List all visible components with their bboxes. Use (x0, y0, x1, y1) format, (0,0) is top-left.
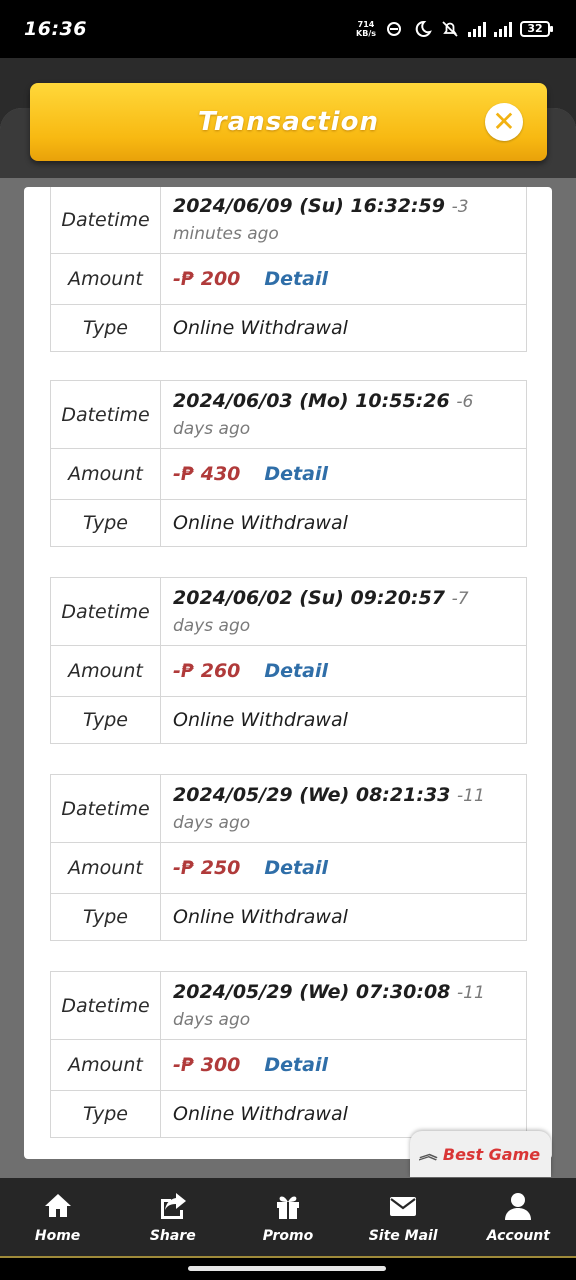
amount-label: Amount (51, 254, 161, 304)
nav-label-promo: Promo (262, 1228, 314, 1244)
link-icon (387, 22, 401, 36)
transaction-card: Datetime 2024/06/02 (Su) 09:20:57 -7 day… (50, 577, 527, 744)
amount-row: Amount -₱ 430 Detail (51, 448, 526, 499)
datetime-value: 2024/06/03 (Mo) 10:55:26 (173, 389, 450, 412)
bottom-nav: Home Share Promo Site Mail Account (0, 1178, 576, 1258)
detail-link[interactable]: Detail (264, 660, 328, 682)
nav-item-promo[interactable]: Promo (230, 1178, 345, 1256)
type-row: Type Online Withdrawal (51, 304, 526, 351)
amount-value: -₱ 300 (173, 1054, 241, 1076)
amount-value: -₱ 250 (173, 857, 241, 879)
nav-item-share[interactable]: Share (115, 1178, 230, 1256)
datetime-row: Datetime 2024/05/29 (We) 07:30:08 -11 da… (51, 972, 526, 1039)
gift-icon (276, 1196, 299, 1219)
type-label: Type (51, 500, 161, 546)
nav-item-account[interactable]: Account (461, 1178, 576, 1256)
transaction-card: Datetime 2024/05/29 (We) 07:30:08 -11 da… (50, 971, 527, 1138)
type-label: Type (51, 894, 161, 940)
datetime-label: Datetime (51, 187, 161, 253)
datetime-label: Datetime (51, 578, 161, 645)
transaction-card: Datetime 2024/06/03 (Mo) 10:55:26 -6 day… (50, 380, 527, 547)
amount-row: Amount -₱ 300 Detail (51, 1039, 526, 1090)
amount-row: Amount -₱ 250 Detail (51, 842, 526, 893)
nav-label-home: Home (34, 1228, 81, 1244)
amount-row: Amount -₱ 200 Detail (51, 253, 526, 304)
modal-header: Transaction ✕ (30, 83, 547, 161)
signal-icon (468, 21, 486, 37)
datetime-row: Datetime 2024/05/29 (We) 08:21:33 -11 da… (51, 775, 526, 842)
type-value: Online Withdrawal (173, 512, 348, 534)
type-row: Type Online Withdrawal (51, 696, 526, 743)
network-speed: 714 KB/s (356, 20, 376, 38)
status-time: 16:36 (24, 18, 87, 40)
datetime-row: Datetime 2024/06/03 (Mo) 10:55:26 -6 day… (51, 381, 526, 448)
datetime-value: 2024/05/29 (We) 08:21:33 (173, 783, 451, 806)
datetime-value: 2024/05/29 (We) 07:30:08 (173, 980, 451, 1003)
detail-link[interactable]: Detail (264, 463, 328, 485)
best-game-label: Best Game (442, 1144, 541, 1164)
close-button[interactable]: ✕ (485, 103, 523, 141)
datetime-row: Datetime 2024/06/02 (Su) 09:20:57 -7 day… (51, 578, 526, 645)
type-label: Type (51, 1091, 161, 1137)
type-row: Type Online Withdrawal (51, 499, 526, 546)
battery-icon: 32 (520, 21, 553, 37)
close-icon: ✕ (492, 105, 516, 138)
amount-label: Amount (51, 843, 161, 893)
datetime-row: Datetime 2024/06/09 (Su) 16:32:59 -3 min… (51, 187, 526, 253)
datetime-value: 2024/06/02 (Su) 09:20:57 (173, 586, 445, 609)
double-chevron-up-icon: ︽ (418, 1147, 437, 1163)
gesture-bar[interactable] (188, 1266, 386, 1271)
amount-row: Amount -₱ 260 Detail (51, 645, 526, 696)
datetime-value: 2024/06/09 (Su) 16:32:59 (173, 194, 445, 217)
status-icons: 714 KB/s 32 (356, 20, 553, 38)
type-value: Online Withdrawal (173, 709, 348, 731)
status-bar: 16:36 714 KB/s 32 (0, 0, 576, 58)
type-row: Type Online Withdrawal (51, 1090, 526, 1137)
moon-icon (415, 20, 432, 37)
nav-label-site-mail: Site Mail (368, 1228, 438, 1244)
amount-label: Amount (51, 449, 161, 499)
amount-label: Amount (51, 1040, 161, 1090)
best-game-button[interactable]: ︽ Best Game (410, 1131, 551, 1177)
amount-value: -₱ 200 (173, 268, 241, 290)
bell-muted-icon (442, 21, 458, 37)
datetime-label: Datetime (51, 972, 161, 1039)
datetime-label: Datetime (51, 381, 161, 448)
type-label: Type (51, 697, 161, 743)
type-value: Online Withdrawal (173, 317, 348, 339)
amount-value: -₱ 430 (173, 463, 241, 485)
transaction-list[interactable]: Datetime 2024/06/09 (Su) 16:32:59 -3 min… (24, 187, 552, 1159)
nav-label-account: Account (486, 1228, 550, 1244)
mail-icon (390, 1197, 417, 1216)
nav-item-site-mail[interactable]: Site Mail (346, 1178, 461, 1256)
datetime-label: Datetime (51, 775, 161, 842)
detail-link[interactable]: Detail (264, 268, 328, 290)
account-icon (505, 1193, 532, 1220)
home-icon (44, 1194, 71, 1217)
page-title: Transaction (198, 107, 379, 137)
transaction-card: Datetime 2024/05/29 (We) 08:21:33 -11 da… (50, 774, 527, 941)
detail-link[interactable]: Detail (264, 1054, 328, 1076)
share-icon (160, 1193, 186, 1219)
detail-link[interactable]: Detail (264, 857, 328, 879)
transaction-card: Datetime 2024/06/09 (Su) 16:32:59 -3 min… (50, 187, 527, 352)
nav-item-home[interactable]: Home (0, 1178, 115, 1256)
amount-value: -₱ 260 (173, 660, 241, 682)
type-row: Type Online Withdrawal (51, 893, 526, 940)
signal-4g-icon (494, 21, 512, 37)
amount-label: Amount (51, 646, 161, 696)
type-value: Online Withdrawal (173, 906, 348, 928)
type-label: Type (51, 305, 161, 351)
nav-label-share: Share (149, 1228, 196, 1244)
